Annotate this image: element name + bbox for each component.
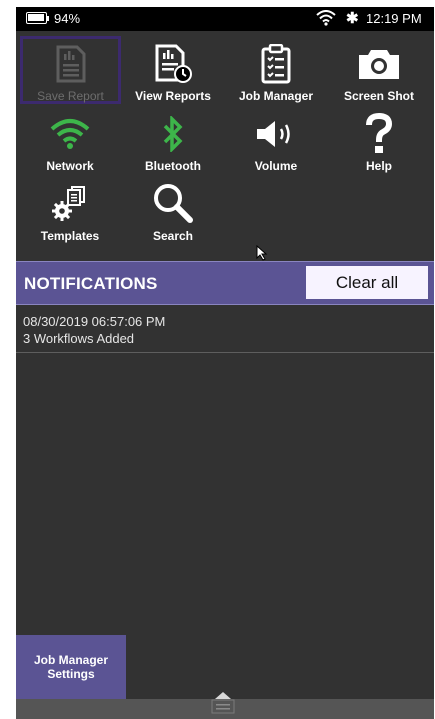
job-manager-settings-line1: Job Manager <box>33 653 108 667</box>
volume-label: Volume <box>254 159 298 173</box>
help-button[interactable]: Help <box>327 106 431 176</box>
templates-icon <box>18 184 122 224</box>
notification-item[interactable]: 08/30/2019 06:57:06 PM 3 Workflows Added <box>16 305 434 353</box>
view-reports-icon <box>121 44 225 84</box>
notifications-header: NOTIFICATIONS Clear all <box>16 261 434 305</box>
help-label: Help <box>365 159 392 173</box>
save-report-button[interactable]: Save Report <box>20 36 121 104</box>
save-report-icon <box>20 44 121 84</box>
job-manager-settings-button[interactable]: Job Manager Settings <box>16 635 126 699</box>
bluetooth-button[interactable]: Bluetooth <box>121 106 225 176</box>
camera-icon <box>327 44 431 84</box>
search-label: Search <box>152 229 194 243</box>
notifications-title: NOTIFICATIONS <box>24 274 158 293</box>
battery-icon <box>26 12 47 24</box>
volume-icon <box>224 114 328 154</box>
screen-shot-button[interactable]: Screen Shot <box>327 36 431 106</box>
bluetooth-icon <box>121 114 225 154</box>
quick-access-toolbar: Save Report View Reports Job Manager Scr… <box>16 31 434 259</box>
job-manager-button[interactable]: Job Manager <box>224 36 328 106</box>
notification-timestamp: 08/30/2019 06:57:06 PM <box>23 314 166 329</box>
bottom-drawer-bar <box>16 692 434 719</box>
job-manager-icon <box>224 44 328 84</box>
battery-level: 94% <box>54 11 81 26</box>
templates-button[interactable]: Templates <box>18 176 122 246</box>
wifi-icon <box>18 114 122 154</box>
volume-button[interactable]: Volume <box>224 106 328 176</box>
battery-nub <box>47 16 49 21</box>
save-report-label: Save Report <box>37 89 104 103</box>
device-screen: 94% ✱ 12:19 PM Save Report View Reports … <box>16 7 434 719</box>
search-icon <box>121 184 225 224</box>
screen-shot-label: Screen Shot <box>343 89 415 103</box>
clear-all-button[interactable]: Clear all <box>306 266 428 299</box>
view-reports-button[interactable]: View Reports <box>121 36 225 106</box>
drawer-handle-icon[interactable] <box>208 691 238 717</box>
templates-label: Templates <box>40 229 100 243</box>
job-manager-settings-line2: Settings <box>47 667 95 681</box>
network-button[interactable]: Network <box>18 106 122 176</box>
status-bar: 94% ✱ 12:19 PM <box>16 7 434 31</box>
bluetooth-status-icon: ✱ <box>346 10 359 27</box>
help-icon <box>327 113 431 154</box>
notification-message: 3 Workflows Added <box>23 331 135 346</box>
clock: 12:19 PM <box>366 11 422 26</box>
network-label: Network <box>46 159 94 173</box>
search-button[interactable]: Search <box>121 176 225 246</box>
view-reports-label: View Reports <box>135 89 211 103</box>
bluetooth-label: Bluetooth <box>145 159 201 173</box>
job-manager-label: Job Manager <box>238 89 313 103</box>
wifi-status-icon <box>316 10 336 29</box>
